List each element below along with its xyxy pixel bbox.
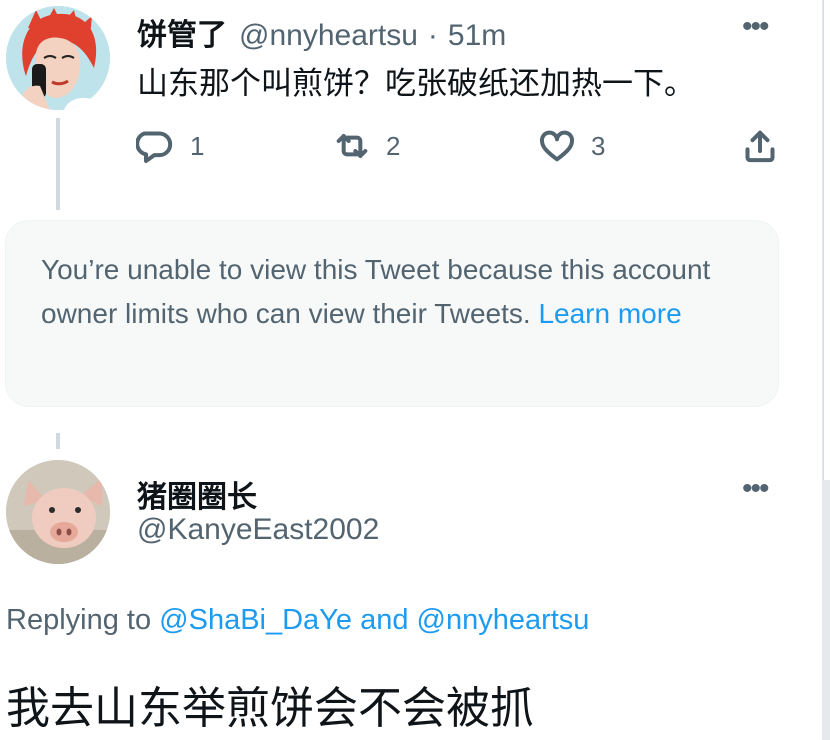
replying-to-line: Replying to @ShaBi_DaYe and @nnyheartsu	[6, 604, 589, 637]
reply-and-label: and	[360, 604, 409, 636]
avatar-kanyeeast2002[interactable]	[6, 460, 110, 564]
avatar-nnyheartsu[interactable]	[6, 6, 110, 110]
tweet2-handle[interactable]: @KanyeEast2002	[137, 513, 379, 547]
reply-button[interactable]: 1	[136, 126, 204, 166]
tweet1-header: 饼管了 @nnyheartsu · 51m	[137, 10, 506, 54]
tweet1-text: 山东那个叫煎饼？吃张破纸还加热一下。	[137, 66, 695, 101]
thread-line-top	[56, 118, 60, 210]
tweet1-handle[interactable]: @nnyheartsu	[239, 19, 418, 53]
share-button[interactable]	[740, 126, 780, 166]
reply-mention-shabi[interactable]: @ShaBi_DaYe	[159, 604, 352, 636]
thread-line-bottom	[56, 433, 60, 449]
pig-avatar-image	[6, 460, 110, 564]
scrollbar-thumb[interactable]	[823, 0, 830, 480]
like-button[interactable]: 3	[537, 126, 605, 166]
reply-mention-nnyheartsu[interactable]: @nnyheartsu	[417, 604, 590, 636]
tweet2-author-name[interactable]: 猪圈圈长	[137, 472, 257, 516]
learn-more-link[interactable]: Learn more	[538, 298, 681, 329]
tweet1-more-icon[interactable]: •••	[742, 12, 769, 42]
like-count: 3	[591, 130, 606, 161]
tweet1-author-name[interactable]: 饼管了	[137, 10, 227, 54]
restricted-tweet-notice: You’re unable to view this Tweet because…	[41, 248, 741, 336]
tweet1-time[interactable]: 51m	[448, 19, 506, 53]
reply-icon	[136, 131, 173, 163]
tweet2-text: 我去山东举煎饼会不会被抓	[6, 684, 534, 733]
reply-count: 1	[190, 130, 205, 161]
heart-icon	[539, 130, 575, 162]
tweet2-more-icon[interactable]: •••	[742, 474, 769, 504]
avatar-illustration	[6, 6, 110, 110]
replying-to-label: Replying to	[6, 604, 152, 636]
retweet-icon	[336, 134, 368, 158]
tweet1-separator: ·	[427, 19, 438, 52]
retweet-button[interactable]: 2	[332, 126, 400, 166]
retweet-count: 2	[386, 130, 401, 161]
share-icon	[745, 130, 775, 163]
